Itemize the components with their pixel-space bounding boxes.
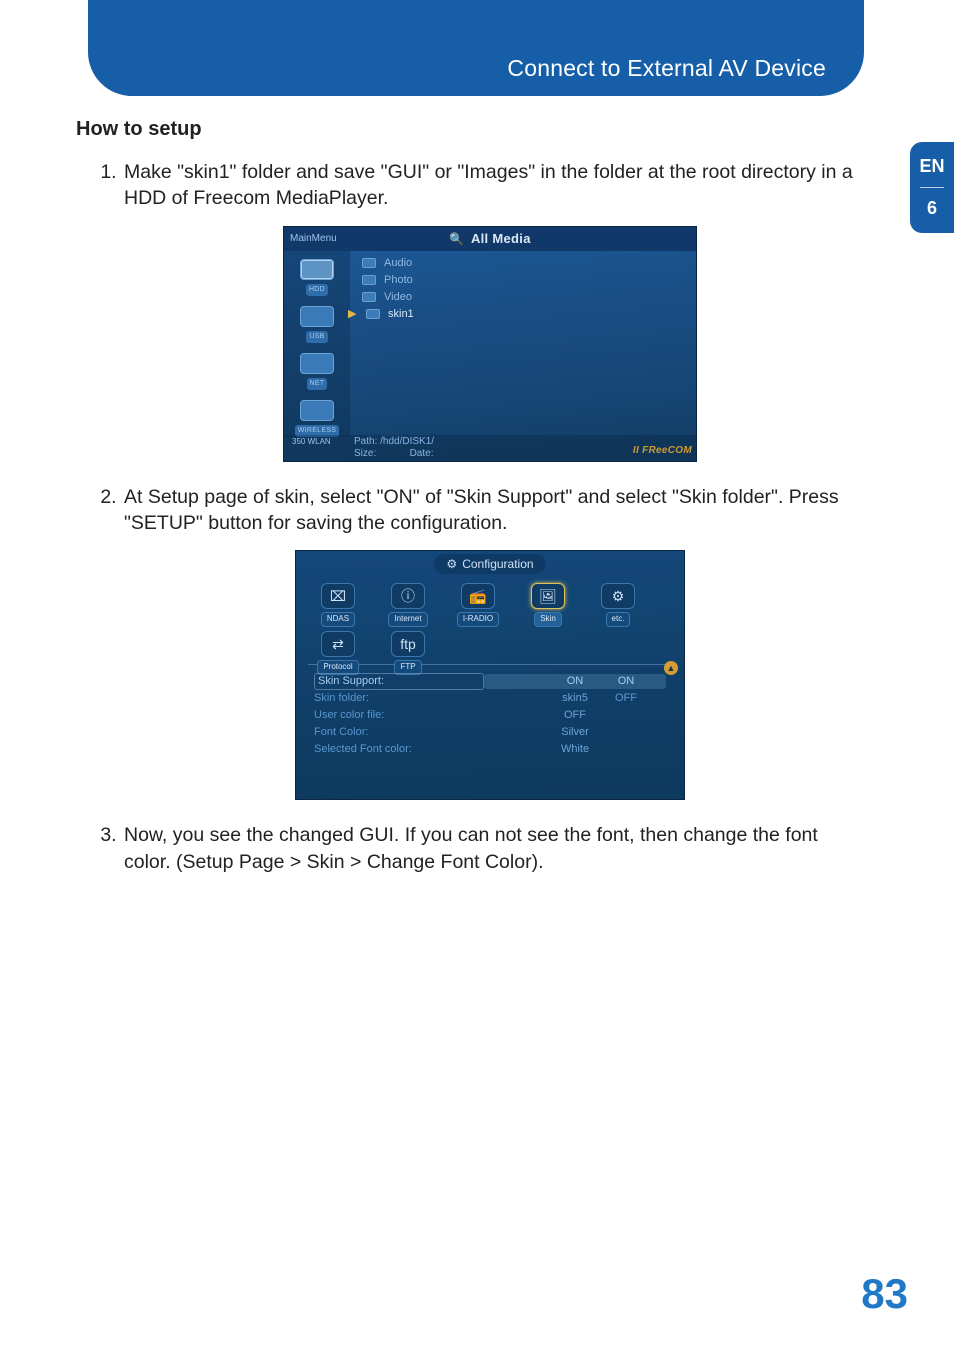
tab-etc[interactable]: ⚙ etc. <box>588 583 648 627</box>
ss1-sidebar: HDD USB NET WIRELESS <box>284 251 350 437</box>
setting-key: Skin folder: <box>314 691 484 706</box>
side-tab-chapter: 6 <box>910 198 954 219</box>
tab-skin[interactable]: 🖼 Skin <box>518 583 578 627</box>
tab-iradio[interactable]: 📻 I-RADIO <box>448 583 508 627</box>
tab-internet[interactable]: ⓘ Internet <box>378 583 438 627</box>
tab-protocol[interactable]: ⇄ Protocol <box>308 631 368 675</box>
setting-value: White <box>484 742 666 757</box>
hdd-label: HDD <box>306 284 328 295</box>
net-icon[interactable] <box>300 353 334 375</box>
ss2-titlebar: ⚙ Configuration <box>434 554 545 574</box>
step-1: Make "skin1" folder and save "GUI" or "I… <box>122 159 856 462</box>
page-content: How to setup Make "skin1" folder and sav… <box>76 118 856 889</box>
tab-ftp[interactable]: ftp FTP <box>378 631 438 675</box>
iradio-icon: 📻 <box>461 583 495 609</box>
row-selected-font-color[interactable]: Selected Font color: White <box>314 741 666 758</box>
side-tab-divider <box>920 187 944 188</box>
gear-icon: ⚙ <box>446 556 457 572</box>
ss1-file-list: Audio Photo Video ▶ s <box>354 255 690 323</box>
setting-key: Selected Font color: <box>314 742 484 757</box>
step-2: At Setup page of skin, select "ON" of "S… <box>122 484 856 801</box>
tab-label: etc. <box>606 612 631 627</box>
path-label: Path: <box>354 436 377 447</box>
screenshot-1-wrap: MainMenu 🔍 All Media HDD USB NET <box>124 226 856 462</box>
setting-value: Silver <box>484 725 666 740</box>
header-title: Connect to External AV Device <box>507 55 826 82</box>
ndas-icon: ⌧ <box>321 583 355 609</box>
step-3: Now, you see the changed GUI. If you can… <box>122 822 856 875</box>
setting-key: Skin Support: <box>314 673 484 690</box>
setting-key: User color file: <box>314 708 484 723</box>
file-row-audio[interactable]: Audio <box>354 255 690 272</box>
option-off[interactable]: OFF <box>596 690 656 707</box>
usb-icon[interactable] <box>300 306 334 328</box>
screenshot-all-media: MainMenu 🔍 All Media HDD USB NET <box>283 226 697 462</box>
ss1-title: 🔍 All Media <box>449 230 530 248</box>
tab-ndas[interactable]: ⌧ NDAS <box>308 583 368 627</box>
step-3-text: Now, you see the changed GUI. If you can… <box>124 824 818 872</box>
arrow-right-icon: ▶ <box>348 307 358 322</box>
etc-icon: ⚙ <box>601 583 635 609</box>
screenshot-configuration: ⚙ Configuration ⌧ NDAS ⓘ Internet <box>295 550 685 800</box>
ss2-options-panel: ON OFF <box>596 673 656 707</box>
magnifier-icon: 🔍 <box>449 232 464 246</box>
header-bar: Connect to External AV Device <box>88 0 864 96</box>
wireless-icon[interactable] <box>300 400 334 422</box>
path-value: /hdd/DISK1/ <box>380 436 434 447</box>
file-row-skin1[interactable]: ▶ skin1 <box>354 306 690 323</box>
folder-icon <box>362 292 376 302</box>
side-tab-lang: EN <box>910 156 954 177</box>
screenshot-2-wrap: ⚙ Configuration ⌧ NDAS ⓘ Internet <box>124 550 856 800</box>
file-name: skin1 <box>388 307 414 322</box>
steps-list: Make "skin1" folder and save "GUI" or "I… <box>76 159 856 875</box>
side-tab: EN 6 <box>910 142 954 233</box>
ss1-model: 350 WLAN <box>292 437 331 446</box>
ftp-icon: ftp <box>391 631 425 657</box>
file-row-photo[interactable]: Photo <box>354 272 690 289</box>
net-label: NET <box>307 378 328 389</box>
ss1-status-center: Path: /hdd/DISK1/ Size: Date: <box>354 436 434 460</box>
file-name: Audio <box>384 256 412 271</box>
row-font-color[interactable]: Font Color: Silver <box>314 724 666 741</box>
ss2-tabs: ⌧ NDAS ⓘ Internet 📻 I-RADIO 🖼 <box>308 577 672 665</box>
setting-key: Font Color: <box>314 725 484 740</box>
row-user-color[interactable]: User color file: OFF <box>314 707 666 724</box>
file-name: Photo <box>384 273 413 288</box>
skin-icon: 🖼 <box>531 583 565 609</box>
ss1-title-text: All Media <box>471 231 531 246</box>
ss1-topbar: MainMenu 🔍 All Media <box>284 227 696 251</box>
file-row-video[interactable]: Video <box>354 289 690 306</box>
hdd-icon[interactable] <box>300 259 334 281</box>
protocol-icon: ⇄ <box>321 631 355 657</box>
folder-icon <box>362 258 376 268</box>
up-arrow-icon[interactable]: ▲ <box>664 661 678 675</box>
folder-icon <box>362 275 376 285</box>
folder-icon <box>366 309 380 319</box>
ss1-statusbar: 350 WLAN Path: /hdd/DISK1/ Size: Date: I… <box>284 435 696 461</box>
date-label: Date: <box>410 448 434 459</box>
internet-icon: ⓘ <box>391 583 425 609</box>
setting-value: OFF <box>484 708 666 723</box>
section-heading: How to setup <box>76 118 856 141</box>
step-1-text: Make "skin1" folder and save "GUI" or "I… <box>124 161 853 209</box>
size-label: Size: <box>354 448 376 459</box>
tab-label: NDAS <box>321 612 355 627</box>
option-on[interactable]: ON <box>596 673 656 690</box>
file-name: Video <box>384 290 412 305</box>
page-number: 83 <box>861 1270 908 1318</box>
ss2-title-text: Configuration <box>462 556 533 572</box>
usb-label: USB <box>306 331 327 342</box>
ss1-mainmenu-label: MainMenu <box>290 232 337 246</box>
tab-label: Skin <box>534 612 562 627</box>
ss1-brand: II FReeCOM <box>633 444 692 458</box>
tab-label: Internet <box>388 612 427 627</box>
step-2-text: At Setup page of skin, select "ON" of "S… <box>124 486 839 534</box>
tab-label: I-RADIO <box>457 612 499 627</box>
